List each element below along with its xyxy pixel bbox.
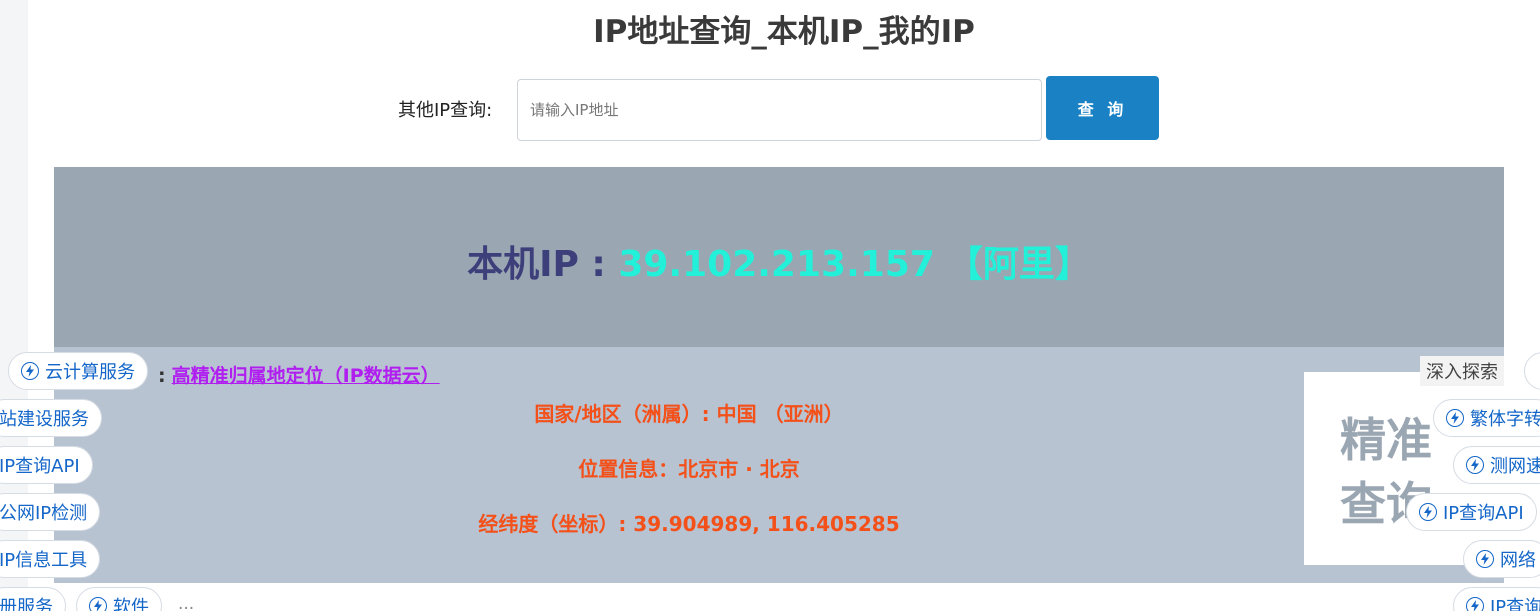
ip-search-input[interactable] — [517, 79, 1042, 141]
bottom-description: ... — [178, 594, 195, 611]
pill-label: 软件 — [113, 597, 149, 611]
pill-label: IP查询API — [1443, 503, 1524, 524]
bolt-icon — [1476, 550, 1494, 568]
main-page: IP地址查询_本机IP_我的IP 其他IP查询: 查 询 本机IP : 39.1… — [28, 0, 1540, 611]
bolt-icon — [89, 597, 107, 611]
pill-label: 网络 — [1500, 550, 1536, 571]
pill-register-service[interactable]: 册服务 — [0, 587, 66, 611]
pill-site-build[interactable]: 站建设服务 — [0, 399, 102, 437]
local-ip-value: 39.102.213.157 — [618, 244, 935, 285]
local-ip-banner: 本机IP : 39.102.213.157 【阿里】 — [54, 167, 1504, 347]
pill-label: 站建设服务 — [0, 409, 89, 430]
pill-label: 测网速 — [1490, 456, 1540, 477]
pill-traditional-chinese[interactable]: 繁体字转 — [1433, 399, 1540, 437]
ip-search-bar: 其他IP查询: 查 询 — [28, 76, 1540, 142]
coords-info: 经纬度（坐标）: 39.904989, 116.405285 — [478, 512, 900, 536]
local-ip-line: 本机IP : 39.102.213.157 【阿里】 — [54, 235, 1504, 287]
bolt-icon — [1446, 409, 1464, 427]
search-label: 其他IP查询: — [398, 100, 493, 121]
bolt-icon — [1466, 597, 1484, 611]
datasource-link[interactable]: 高精准归属地定位（IP数据云） — [172, 365, 440, 387]
ip-info-panel: : 高精准归属地定位（IP数据云） 国家/地区（洲属）: 中国 （亚洲） 位置信… — [54, 347, 1504, 583]
pill-ip-tools[interactable]: IP信息工具 — [0, 540, 101, 578]
bolt-icon — [1419, 503, 1437, 521]
pill-label: IP查询 — [1490, 597, 1540, 611]
bolt-icon — [1466, 456, 1484, 474]
pill-label: 公网IP检测 — [0, 503, 88, 524]
pill-cloud-service[interactable]: 云计算服务 — [8, 352, 148, 390]
page-title: IP地址查询_本机IP_我的IP — [593, 14, 975, 50]
isp-badge: 【阿里】 — [946, 244, 1091, 285]
bolt-icon — [21, 362, 39, 380]
datasource-line: : 高精准归属地定位（IP数据云） — [158, 361, 440, 388]
query-button[interactable]: 查 询 — [1046, 76, 1159, 140]
pill-network[interactable]: 网络 — [1463, 540, 1540, 578]
pill-label: 册服务 — [0, 597, 53, 611]
pill-label: 云计算服务 — [45, 362, 135, 383]
pill-ip-query[interactable]: IP查询 — [1453, 587, 1540, 611]
local-ip-label: 本机IP : — [467, 244, 619, 285]
deep-search-label[interactable]: 深入探索 — [1420, 356, 1504, 386]
promo-line-1: 精准 — [1340, 413, 1432, 467]
pill-ip-api[interactable]: IP查询API — [0, 446, 93, 484]
pill-label: IP信息工具 — [0, 550, 88, 571]
country-info: 国家/地区（洲属）: 中国 （亚洲） — [534, 402, 844, 426]
pill-speed-test[interactable]: 测网速 — [1453, 446, 1540, 484]
location-info: 位置信息：北京市 · 北京 — [578, 457, 800, 481]
pill-public-ip[interactable]: 公网IP检测 — [0, 493, 101, 531]
pill-ip-query-api[interactable]: IP查询API — [1406, 493, 1537, 531]
pill-label: 繁体字转 — [1470, 409, 1540, 430]
pill-software[interactable]: 软件 — [76, 587, 162, 611]
pill-label: IP查询API — [0, 456, 80, 477]
datasource-prefix: : — [158, 365, 166, 387]
